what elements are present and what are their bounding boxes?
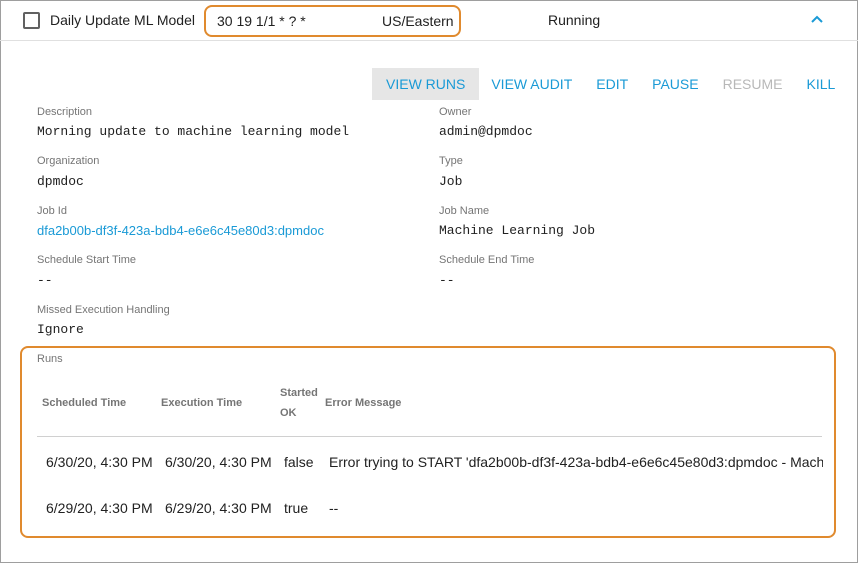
select-checkbox[interactable] (23, 12, 40, 29)
pause-button[interactable]: PAUSE (640, 68, 710, 100)
cron-highlight: 30 19 1/1 * ? * US/Eastern (204, 5, 461, 37)
row1-scheduled-time: 6/30/20, 4:30 PM (46, 454, 153, 470)
kill-button[interactable]: KILL (794, 68, 847, 100)
job-name-value: Machine Learning Job (439, 223, 596, 238)
status-text: Running (548, 12, 601, 28)
row1-execution-time: 6/30/20, 4:30 PM (165, 454, 272, 470)
description-label: Description (37, 106, 93, 118)
col-error-message[interactable]: Error Message (325, 397, 401, 409)
start-time-label: Schedule Start Time (37, 254, 137, 266)
organization-value: dpmdoc (37, 174, 84, 189)
row2-scheduled-time: 6/29/20, 4:30 PM (46, 500, 153, 516)
table-divider (37, 436, 822, 437)
chevron-up-icon[interactable] (810, 13, 824, 25)
col-started-ok-line2[interactable]: OK (280, 402, 297, 424)
schedule-header[interactable]: Daily Update ML Model 30 19 1/1 * ? * US… (0, 0, 858, 41)
job-name-label: Job Name (439, 205, 490, 217)
resume-button: RESUME (722, 76, 783, 92)
timezone: US/Eastern (382, 13, 454, 29)
col-started-ok-line1[interactable]: Started (280, 382, 318, 404)
col-scheduled-time[interactable]: Scheduled Time (42, 397, 126, 409)
action-bar: VIEW RUNS VIEW AUDIT EDIT PAUSE RESUME K… (372, 68, 847, 100)
view-runs-button[interactable]: VIEW RUNS (372, 68, 480, 100)
start-time-value: -- (37, 273, 53, 288)
row2-execution-time: 6/29/20, 4:30 PM (165, 500, 272, 516)
runs-title: Runs (37, 353, 63, 365)
col-execution-time[interactable]: Execution Time (161, 397, 242, 409)
owner-value: admin@dpmdoc (439, 124, 533, 139)
schedule-name: Daily Update ML Model (50, 12, 195, 28)
row2-started-ok: true (284, 500, 309, 516)
row1-started-ok: false (284, 454, 314, 470)
row2-error-message: -- (329, 500, 339, 516)
organization-label: Organization (37, 155, 100, 167)
missed-handling-value: Ignore (37, 322, 84, 337)
missed-handling-label: Missed Execution Handling (37, 304, 170, 316)
row1-error-message: Error trying to START 'dfa2b00b-df3f-423… (329, 454, 823, 470)
view-audit-button[interactable]: VIEW AUDIT (479, 68, 584, 100)
end-time-label: Schedule End Time (439, 254, 535, 266)
description-value: Morning update to machine learning model (37, 124, 350, 139)
cron-expression: 30 19 1/1 * ? * (217, 13, 306, 29)
owner-label: Owner (439, 106, 472, 118)
edit-button[interactable]: EDIT (584, 68, 640, 100)
type-value: Job (439, 174, 463, 189)
type-label: Type (439, 155, 463, 167)
end-time-value: -- (439, 273, 455, 288)
job-id-label: Job Id (37, 205, 67, 217)
job-id-link[interactable]: dfa2b00b-df3f-423a-bdb4-e6e6c45e80d3:dpm… (37, 223, 324, 238)
